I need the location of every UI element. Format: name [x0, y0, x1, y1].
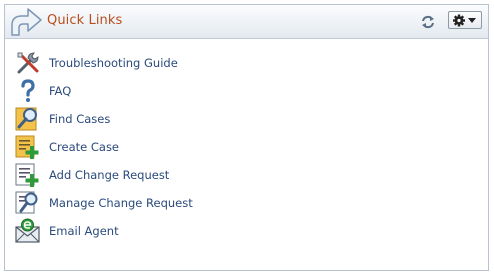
- link-manage-change-request[interactable]: Manage Change Request: [15, 189, 315, 217]
- link-add-change-request[interactable]: Add Change Request: [15, 161, 315, 189]
- link-label: Email Agent: [49, 224, 119, 238]
- link-label: Troubleshooting Guide: [49, 56, 178, 70]
- pagelet-header: Quick Links: [5, 5, 488, 39]
- link-create-case[interactable]: Create Case: [15, 133, 315, 161]
- refresh-icon[interactable]: [419, 13, 437, 31]
- create-document-icon: [15, 135, 39, 159]
- gear-icon: [453, 14, 476, 27]
- add-document-icon: [15, 163, 39, 187]
- manage-document-icon: [15, 191, 38, 214]
- link-label: Find Cases: [49, 112, 111, 126]
- link-troubleshooting-guide[interactable]: Troubleshooting Guide: [15, 49, 315, 77]
- pagelet-actions-button[interactable]: [448, 11, 482, 29]
- link-find-cases[interactable]: Find Cases: [15, 105, 315, 133]
- link-faq[interactable]: FAQ: [15, 77, 315, 105]
- link-label: Add Change Request: [49, 168, 170, 182]
- link-label: Create Case: [49, 140, 120, 154]
- link-label: Manage Change Request: [49, 196, 193, 210]
- caret-down-icon: [468, 18, 476, 23]
- link-label: FAQ: [49, 84, 72, 98]
- link-email-agent[interactable]: Email Agent: [15, 217, 315, 245]
- header-arrow-icon: [11, 8, 42, 36]
- tools-icon: [17, 52, 39, 74]
- quick-links-pagelet: Quick Links Troubleshooting Guide FAQ Fi…: [4, 4, 489, 271]
- pagelet-title: Quick Links: [47, 13, 123, 28]
- question-mark-icon: [21, 79, 35, 102]
- email-icon: [15, 218, 40, 243]
- magnifier-icon: [15, 107, 37, 131]
